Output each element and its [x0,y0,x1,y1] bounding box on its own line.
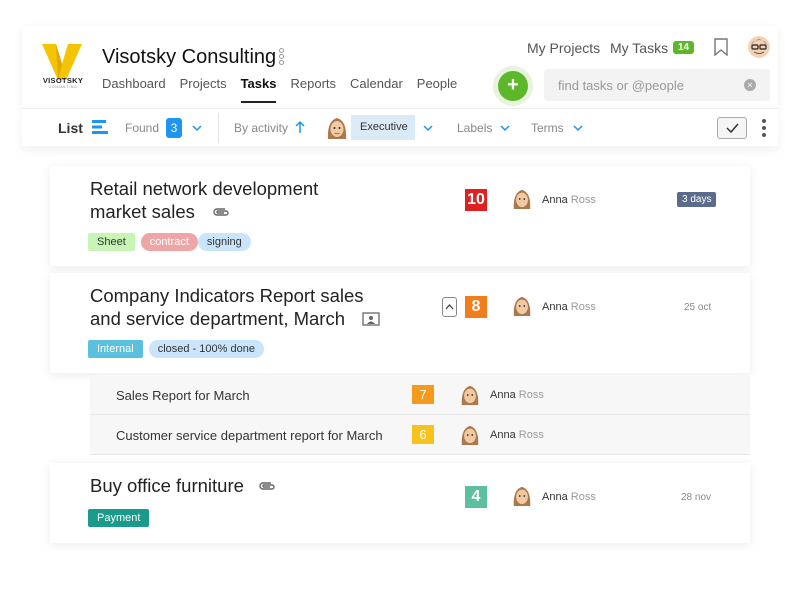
my-projects-link[interactable]: My Projects [527,40,600,56]
bookmark-icon[interactable] [714,38,728,56]
found-label: Found [125,121,160,135]
sort-by-activity[interactable]: By activity [234,121,288,135]
assignee-avatar [513,486,531,506]
logo-subtext: CONSULTING [48,85,78,89]
priority-badge: 7 [412,385,434,404]
assignee-avatar [513,296,531,316]
found-count-badge: 3 [166,118,182,138]
nav-reports[interactable]: Reports [290,76,336,103]
task-title: Retail network development market sales [90,178,319,222]
list-view-icon[interactable] [92,119,108,135]
nav-projects[interactable]: Projects [180,76,227,103]
tag-contract[interactable]: contract [140,233,198,251]
paperclip-icon [259,482,275,490]
due-date: 25 oct [684,302,712,313]
my-tasks-count-badge: 14 [673,41,695,54]
nav-people[interactable]: People [417,76,457,103]
tag-sheet[interactable]: Sheet [88,233,135,251]
filter-toolbar: List Found 3 By activity Executive Label… [22,108,778,146]
priority-badge: 4 [465,486,487,508]
view-mode-label[interactable]: List [58,120,83,136]
kebab-icon[interactable] [277,47,285,67]
assignee-name[interactable]: Anna Ross [542,301,596,313]
add-task-button[interactable]: + [498,71,528,101]
nav-tasks[interactable]: Tasks [240,76,277,103]
assignee-avatar [461,385,479,405]
user-avatar[interactable] [748,36,770,58]
executive-avatar [327,118,347,139]
task-card[interactable]: Company Indicators Report sales and serv… [50,273,750,373]
collapse-icon[interactable] [442,297,457,317]
paperclip-icon [213,208,229,216]
subtask-row[interactable]: Sales Report for March 7 Anna Ross [90,375,750,415]
search-input[interactable] [544,69,770,101]
toolbar-divider [218,113,219,143]
subtask-title: Customer service department report for M… [116,428,383,443]
company-name: Visotsky Consulting [102,46,277,68]
chevron-down-icon[interactable] [500,123,510,133]
chevron-down-icon[interactable] [573,123,583,133]
priority-badge: 8 [465,296,487,318]
clear-icon[interactable]: × [744,79,756,91]
assignee-avatar [461,425,479,445]
check-icon [726,123,739,134]
tag-list: Payment [88,509,150,527]
subtask-row[interactable]: Customer service department report for M… [90,415,750,455]
tag-list: Internal closed - 100% done [88,340,264,358]
assignee-name[interactable]: Anna Ross [542,491,596,503]
assignee-name[interactable]: Anna Ross [542,194,596,206]
nav-dashboard[interactable]: Dashboard [102,76,166,103]
due-badge: 3 days [677,192,717,207]
select-all-checkbox[interactable] [717,117,747,139]
chevron-down-icon[interactable] [192,123,202,133]
due-date: 28 nov [681,492,712,503]
nav-calendar[interactable]: Calendar [350,76,403,103]
assignee-name[interactable]: Anna Ross [490,389,544,401]
tag-signing[interactable]: signing [197,233,251,251]
main-nav: Dashboard Projects Tasks Reports Calenda… [102,76,471,103]
priority-badge: 6 [412,425,434,444]
tag-internal[interactable]: Internal [88,340,143,358]
tag-payment[interactable]: Payment [88,509,150,527]
contact-card-icon [362,312,380,326]
labels-filter[interactable]: Labels [457,121,492,135]
task-card[interactable]: Retail network development market sales … [50,166,750,266]
role-filter-executive[interactable]: Executive [351,115,415,140]
priority-badge: 10 [465,189,487,211]
task-title: Company Indicators Report sales and serv… [90,285,364,329]
arrow-up-icon[interactable] [294,120,306,134]
my-tasks-link[interactable]: My Tasks [610,40,668,56]
subtask-title: Sales Report for March [116,388,250,403]
assignee-avatar [513,189,531,209]
tag-list: Sheet contract signing [88,233,251,251]
assignee-name[interactable]: Anna Ross [490,429,544,441]
app-header: VISOTSKY CONSULTING Visotsky Consulting … [22,26,778,108]
logo-text: VISOTSKY [42,76,84,85]
more-icon[interactable] [762,119,766,137]
tag-closed[interactable]: closed - 100% done [148,340,264,358]
terms-filter[interactable]: Terms [531,121,564,135]
task-card[interactable]: Buy office furniture Payment 4 Anna Ross… [50,463,750,543]
task-title: Buy office furniture [90,475,244,496]
chevron-down-icon[interactable] [423,123,433,133]
